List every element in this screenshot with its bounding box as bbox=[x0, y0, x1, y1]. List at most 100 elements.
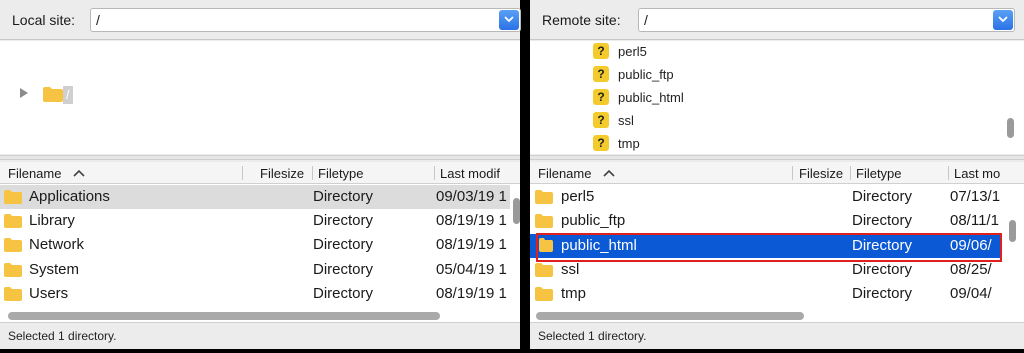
local-pane: Local site: / / Filename Filesize Filety… bbox=[0, 0, 521, 349]
table-row[interactable]: Library Directory 08/19/19 1 bbox=[0, 209, 510, 233]
file-modified: 09/03/19 1 bbox=[436, 188, 507, 205]
local-site-bar: Local site: / bbox=[0, 0, 521, 40]
column-filesize[interactable]: Filesize bbox=[260, 166, 304, 181]
table-row[interactable]: Applications Directory 09/03/19 1 bbox=[0, 185, 510, 209]
table-row[interactable]: Network Directory 08/19/19 1 bbox=[0, 233, 510, 257]
remote-file-list: Filename Filesize Filetype Last mo perl5… bbox=[530, 162, 1024, 322]
column-filesize[interactable]: Filesize bbox=[799, 166, 843, 181]
file-name: Users bbox=[29, 285, 69, 302]
file-modified: 08/19/19 1 bbox=[436, 236, 507, 253]
remote-status-bar: Selected 1 directory. bbox=[530, 322, 1024, 349]
column-filename[interactable]: Filename bbox=[538, 166, 591, 181]
tree-item[interactable]: ? ssl bbox=[530, 108, 1024, 131]
sort-ascending-icon[interactable] bbox=[73, 169, 85, 177]
remote-column-header: Filename Filesize Filetype Last mo bbox=[530, 162, 1024, 184]
remote-pane: Remote site: / ? perl5 ? public_ftp ? pu… bbox=[530, 0, 1024, 349]
file-name: perl5 bbox=[561, 188, 595, 205]
table-row[interactable]: System Directory 05/04/19 1 bbox=[0, 258, 510, 282]
tree-root-item[interactable]: / bbox=[63, 86, 73, 104]
local-site-combobox[interactable]: / bbox=[90, 8, 521, 32]
remote-site-label: Remote site: bbox=[542, 12, 621, 28]
remote-site-bar: Remote site: / bbox=[530, 0, 1024, 40]
table-row[interactable]: perl5 Directory 07/13/1 bbox=[530, 185, 1002, 209]
column-separator[interactable] bbox=[948, 166, 949, 180]
status-text: Selected 1 directory. bbox=[538, 329, 647, 343]
folder-icon bbox=[4, 190, 22, 204]
column-last-modified[interactable]: Last mo bbox=[954, 166, 1000, 181]
file-modified: 08/11/1 bbox=[950, 212, 999, 229]
table-row[interactable]: tmp Directory 09/04/ bbox=[530, 282, 1002, 306]
tree-item-label: public_html bbox=[618, 90, 684, 105]
question-mark-icon: ? bbox=[593, 135, 609, 151]
remote-site-path[interactable]: / bbox=[644, 12, 648, 28]
column-last-modified[interactable]: Last modif bbox=[440, 166, 500, 181]
local-site-path[interactable]: / bbox=[96, 12, 100, 28]
question-mark-icon: ? bbox=[593, 89, 609, 105]
file-name: tmp bbox=[561, 285, 587, 302]
column-filetype[interactable]: Filetype bbox=[856, 166, 902, 181]
file-name: Library bbox=[29, 212, 75, 229]
vertical-scrollbar[interactable] bbox=[1009, 220, 1016, 242]
question-mark-icon: ? bbox=[593, 43, 609, 59]
tree-item[interactable]: ? public_html bbox=[530, 85, 1024, 108]
horizontal-scrollbar[interactable] bbox=[8, 312, 440, 320]
file-type: Directory bbox=[313, 188, 374, 205]
tree-item[interactable]: ? public_ftp bbox=[530, 62, 1024, 85]
folder-icon bbox=[4, 214, 22, 228]
local-file-list: Filename Filesize Filetype Last modif Ap… bbox=[0, 162, 520, 322]
chevron-down-icon[interactable] bbox=[499, 10, 519, 30]
file-name: ssl bbox=[561, 261, 580, 278]
column-separator[interactable] bbox=[312, 166, 313, 180]
column-separator[interactable] bbox=[434, 166, 435, 180]
pane-splitter[interactable] bbox=[530, 155, 1024, 160]
folder-icon bbox=[535, 287, 553, 301]
file-type: Directory bbox=[313, 212, 374, 229]
folder-icon bbox=[535, 263, 553, 277]
highlight-box bbox=[536, 233, 1002, 262]
file-name: public_ftp bbox=[561, 212, 626, 229]
folder-icon bbox=[535, 190, 553, 204]
vertical-scrollbar[interactable] bbox=[1007, 118, 1014, 138]
tree-item[interactable]: ? tmp bbox=[530, 131, 1024, 154]
folder-icon bbox=[4, 263, 22, 277]
status-text: Selected 1 directory. bbox=[8, 329, 117, 343]
vertical-scrollbar[interactable] bbox=[513, 198, 520, 224]
file-type: Directory bbox=[852, 212, 913, 229]
column-separator[interactable] bbox=[850, 166, 851, 180]
file-type: Directory bbox=[313, 285, 374, 302]
file-modified: 05/04/19 1 bbox=[436, 261, 507, 278]
file-type: Directory bbox=[852, 285, 913, 302]
file-modified: 08/19/19 1 bbox=[436, 212, 507, 229]
local-column-header: Filename Filesize Filetype Last modif bbox=[0, 162, 520, 184]
file-modified: 09/04/ bbox=[950, 285, 992, 302]
file-name: System bbox=[29, 261, 80, 278]
file-type: Directory bbox=[852, 261, 913, 278]
file-modified: 07/13/1 bbox=[950, 188, 1001, 205]
sort-ascending-icon[interactable] bbox=[603, 169, 615, 177]
table-row[interactable]: public_ftp Directory 08/11/1 bbox=[530, 209, 1002, 233]
horizontal-scrollbar[interactable] bbox=[536, 312, 804, 320]
filezilla-window: Local site: / / Filename Filesize Filety… bbox=[0, 0, 1024, 353]
local-status-bar: Selected 1 directory. bbox=[0, 322, 520, 349]
file-type: Directory bbox=[852, 188, 913, 205]
chevron-down-icon[interactable] bbox=[993, 10, 1013, 30]
column-separator[interactable] bbox=[792, 166, 793, 180]
local-site-label: Local site: bbox=[12, 12, 76, 28]
folder-icon bbox=[535, 214, 553, 228]
column-filename[interactable]: Filename bbox=[8, 166, 61, 181]
file-name: Applications bbox=[29, 188, 110, 205]
tree-item-label: tmp bbox=[618, 136, 640, 151]
tree-item-label: public_ftp bbox=[618, 67, 674, 82]
folder-icon bbox=[4, 238, 22, 252]
disclosure-triangle-icon[interactable] bbox=[20, 88, 28, 98]
folder-icon bbox=[4, 287, 22, 301]
table-row[interactable]: Users Directory 08/19/19 1 bbox=[0, 282, 510, 306]
tree-item[interactable]: ? perl5 bbox=[530, 39, 1024, 62]
column-filetype[interactable]: Filetype bbox=[318, 166, 364, 181]
file-modified: 08/25/ bbox=[950, 261, 992, 278]
pane-splitter[interactable] bbox=[0, 155, 520, 160]
remote-site-combobox[interactable]: / bbox=[638, 8, 1015, 32]
file-type: Directory bbox=[313, 261, 374, 278]
local-file-rows: Applications Directory 09/03/19 1 Librar… bbox=[0, 185, 510, 310]
column-separator[interactable] bbox=[242, 166, 243, 180]
